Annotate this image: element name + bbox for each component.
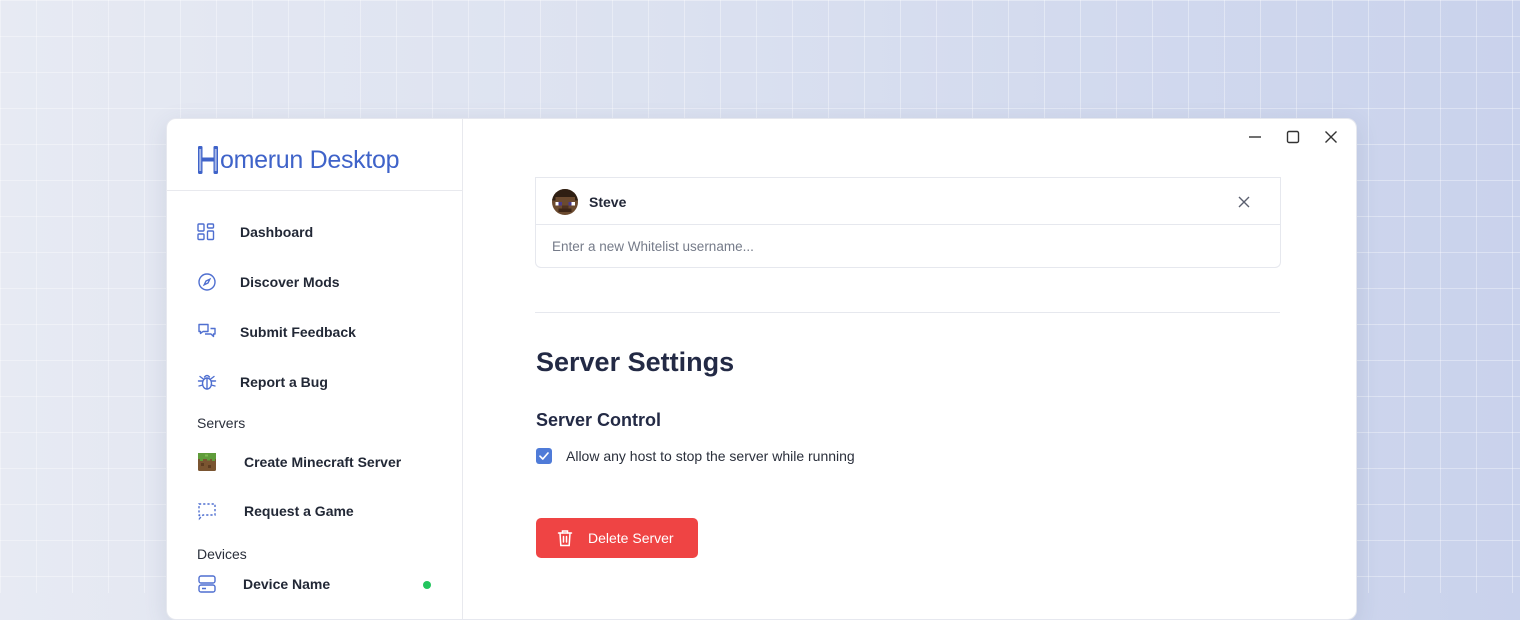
sidebar-item-label: Request a Game xyxy=(244,503,354,519)
sidebar-item-label: Create Minecraft Server xyxy=(244,454,402,470)
close-icon xyxy=(1238,196,1250,208)
allow-stop-label: Allow any host to stop the server while … xyxy=(566,448,855,464)
close-icon[interactable] xyxy=(1312,127,1350,147)
chat-bubbles-icon xyxy=(197,322,227,342)
whitelist-entry: Steve xyxy=(536,177,1280,225)
checkmark-icon xyxy=(539,452,549,460)
app-logo: omerun Desktop xyxy=(197,145,400,175)
app-title: omerun Desktop xyxy=(220,145,400,174)
sidebar-item-label: Report a Bug xyxy=(240,374,328,390)
sidebar-item-request-game[interactable]: Request a Game xyxy=(197,498,354,524)
sidebar-item-label: Device Name xyxy=(243,576,331,592)
whitelist-username-input[interactable] xyxy=(537,226,1294,266)
dashed-chat-bubble-icon xyxy=(197,501,227,521)
grid-icon xyxy=(197,222,227,242)
homerun-h-logo-icon xyxy=(198,146,218,174)
sidebar: omerun Desktop Dashboard Discover Mods S… xyxy=(167,119,463,619)
sidebar-item-label: Submit Feedback xyxy=(240,324,356,340)
servers-heading: Servers xyxy=(197,415,246,431)
sidebar-item-submit-feedback[interactable]: Submit Feedback xyxy=(197,319,356,345)
minimize-icon[interactable] xyxy=(1236,127,1274,147)
sidebar-item-report-bug[interactable]: Report a Bug xyxy=(197,369,328,395)
trash-icon xyxy=(557,529,573,547)
sidebar-item-label: Discover Mods xyxy=(240,274,340,290)
page-title: Server Settings xyxy=(536,347,735,377)
whitelist-panel: Steve xyxy=(535,177,1294,268)
minecraft-grass-block-icon xyxy=(197,452,227,472)
compass-icon xyxy=(197,272,227,292)
sidebar-item-label: Dashboard xyxy=(240,224,314,240)
allow-stop-option[interactable]: Allow any host to stop the server while … xyxy=(536,448,855,464)
whitelist-username: Steve xyxy=(589,194,627,210)
server-control-heading: Server Control xyxy=(536,410,662,430)
bug-icon xyxy=(197,372,227,392)
window-controls xyxy=(1236,127,1350,147)
delete-server-button[interactable]: Delete Server xyxy=(536,518,698,558)
maximize-icon[interactable] xyxy=(1274,127,1312,147)
server-icon xyxy=(197,574,227,594)
sidebar-item-device[interactable]: Device Name xyxy=(197,571,330,597)
device-status-dot xyxy=(423,581,431,589)
remove-whitelist-entry-button[interactable] xyxy=(1234,192,1254,212)
section-divider xyxy=(535,312,1280,313)
delete-server-label: Delete Server xyxy=(588,530,674,546)
sidebar-item-create-minecraft-server[interactable]: Create Minecraft Server xyxy=(197,449,401,475)
sidebar-item-discover-mods[interactable]: Discover Mods xyxy=(197,269,340,295)
sidebar-divider xyxy=(167,190,462,191)
allow-stop-checkbox[interactable] xyxy=(536,448,552,464)
sidebar-item-dashboard[interactable]: Dashboard xyxy=(197,219,313,245)
main-content: Steve Server Settings Server Control All… xyxy=(463,119,1356,619)
app-window: omerun Desktop Dashboard Discover Mods S… xyxy=(166,118,1357,620)
steve-avatar xyxy=(552,189,578,215)
devices-heading: Devices xyxy=(197,546,247,562)
